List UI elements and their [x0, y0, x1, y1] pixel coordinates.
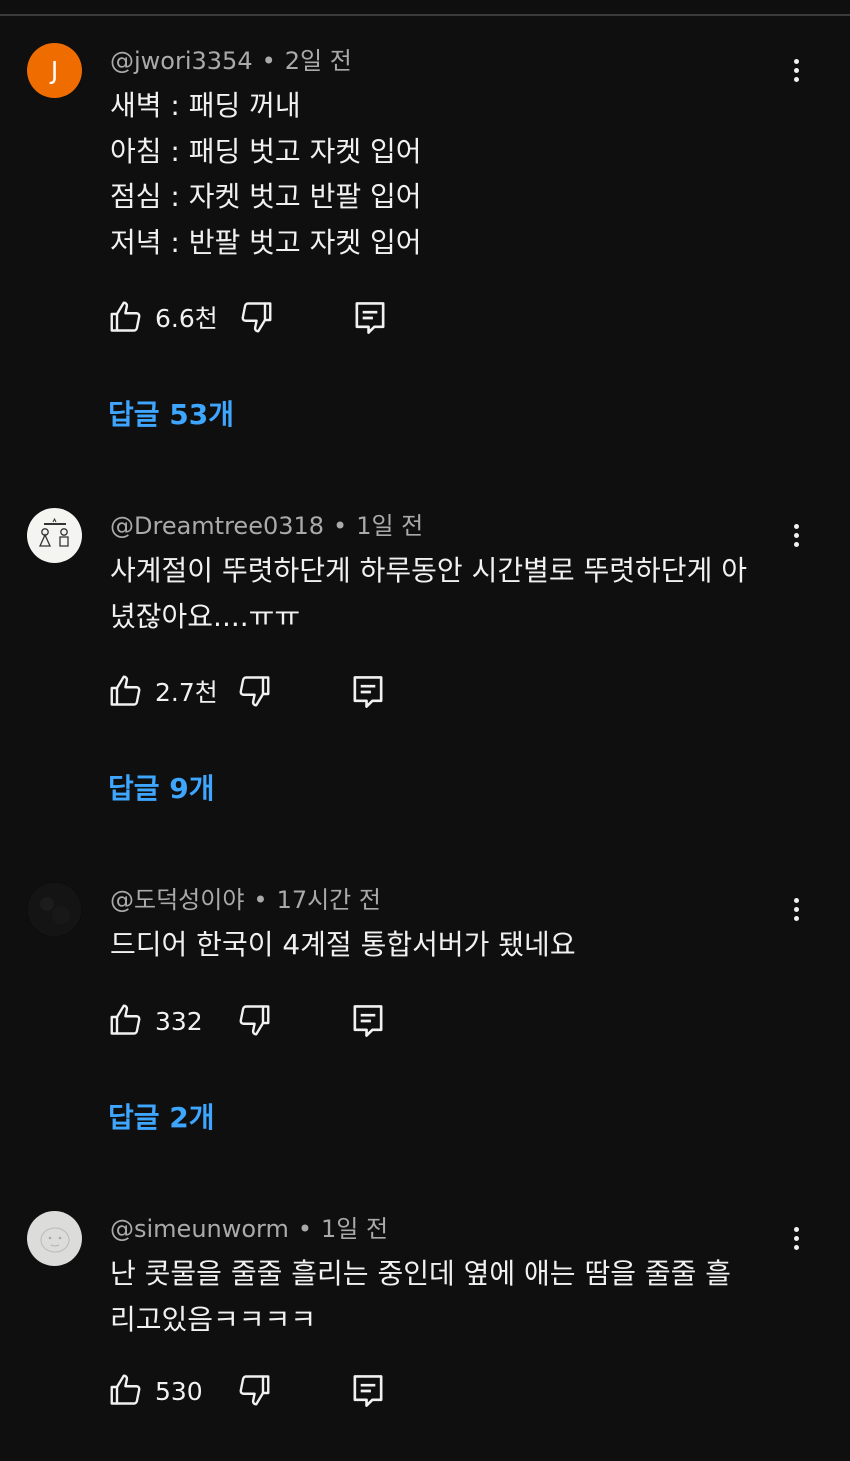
comment-line: 리고있음ㅋㅋㅋㅋ [110, 1302, 317, 1336]
author-handle[interactable]: @jwori3354 [110, 47, 253, 75]
view-replies-link[interactable]: 답글 53개 [108, 397, 234, 433]
like-count: 332 [155, 1007, 203, 1036]
meta-separator: • [333, 512, 348, 540]
comment-line: 난 콧물을 줄줄 흘리는 중인데 옆에 애는 땀을 줄줄 흘 [110, 1257, 732, 1290]
thumbs-down-icon[interactable] [236, 1002, 272, 1038]
author-handle[interactable]: @Dreamtree0318 [110, 512, 324, 540]
comment-meta: @Dreamtree0318 • 1일 전 [110, 511, 423, 541]
view-replies-link[interactable]: 답글 2개 [108, 1100, 215, 1136]
comment-actions: 2.7천 [108, 673, 408, 713]
meta-separator: • [253, 886, 268, 914]
like-count: 2.7천 [155, 678, 218, 707]
avatar[interactable]: J [27, 43, 82, 98]
meta-separator: • [261, 47, 276, 75]
author-handle[interactable]: @도덕성이야 [110, 886, 244, 914]
avatar[interactable] [27, 508, 82, 563]
reply-icon[interactable] [350, 1372, 386, 1410]
comment-time[interactable]: 1일 전 [321, 1215, 388, 1243]
avatar[interactable] [27, 1211, 82, 1266]
avatar-letter: J [50, 56, 59, 85]
thumbs-up-icon[interactable] [108, 673, 144, 709]
avatar[interactable] [27, 882, 82, 937]
comment-line: 드디어 한국이 4계절 통합서버가 됐네요 [110, 928, 576, 961]
comment-time[interactable]: 17시간 전 [277, 886, 381, 914]
view-replies-link[interactable]: 답글 9개 [108, 771, 215, 807]
like-count: 6.6천 [155, 304, 218, 333]
thumbs-down-icon[interactable] [236, 1372, 272, 1408]
comment-line: 사계절이 뚜렷하단게 하루동안 시간별로 뚜렷하단게 아 [110, 554, 747, 587]
comment-text: 새벽 : 패딩 꺼내 아침 : 패딩 벗고 자켓 입어 점심 : 자켓 벗고 반… [110, 83, 800, 265]
comment-line: 점심 : 자켓 벗고 반팔 입어 [110, 180, 422, 213]
thumbs-up-icon[interactable] [108, 299, 144, 335]
meta-separator: • [297, 1215, 313, 1243]
comment-line: 저녁 : 반팔 벗고 자켓 입어 [110, 225, 422, 259]
comment-actions: 530 [108, 1372, 408, 1412]
comment-text: 난 콧물을 줄줄 흘리는 중인데 옆에 애는 땀을 줄줄 흘 리고있음ㅋㅋㅋㅋ [110, 1251, 800, 1342]
comment-line: 새벽 : 패딩 꺼내 [110, 89, 301, 122]
sketch-face-avatar-icon [27, 1211, 82, 1266]
author-handle[interactable]: @simeunworm [110, 1215, 289, 1243]
reply-icon[interactable] [352, 299, 388, 337]
comment-meta: @도덕성이야 • 17시간 전 [110, 885, 381, 915]
comment-line: 아침 : 패딩 벗고 자켓 입어 [110, 134, 422, 168]
like-count: 530 [155, 1377, 203, 1406]
reply-icon[interactable] [350, 1002, 386, 1040]
thumbs-down-icon[interactable] [238, 299, 274, 335]
wedding-couple-icon [38, 517, 69, 547]
comment-time[interactable]: 1일 전 [356, 512, 423, 540]
dark-photo-avatar-icon [27, 882, 82, 937]
comment-actions: 332 [108, 1002, 408, 1042]
comment-time[interactable]: 2일 전 [285, 47, 352, 75]
comment-line: 녔잖아요....ㅠㅠ [110, 599, 301, 633]
comment-text: 사계절이 뚜렷하단게 하루동안 시간별로 뚜렷하단게 아 녔잖아요....ㅠㅠ [110, 548, 800, 639]
thumbs-up-icon[interactable] [108, 1372, 144, 1408]
top-divider [0, 14, 850, 16]
thumbs-up-icon[interactable] [108, 1002, 144, 1038]
comment-meta: @jwori3354 • 2일 전 [110, 46, 352, 76]
comment-actions: 6.6천 [108, 299, 408, 339]
comment-text: 드디어 한국이 4계절 통합서버가 됐네요 [110, 922, 800, 968]
reply-icon[interactable] [350, 673, 386, 711]
thumbs-down-icon[interactable] [236, 673, 272, 709]
comment-meta: @simeunworm • 1일 전 [110, 1214, 388, 1244]
